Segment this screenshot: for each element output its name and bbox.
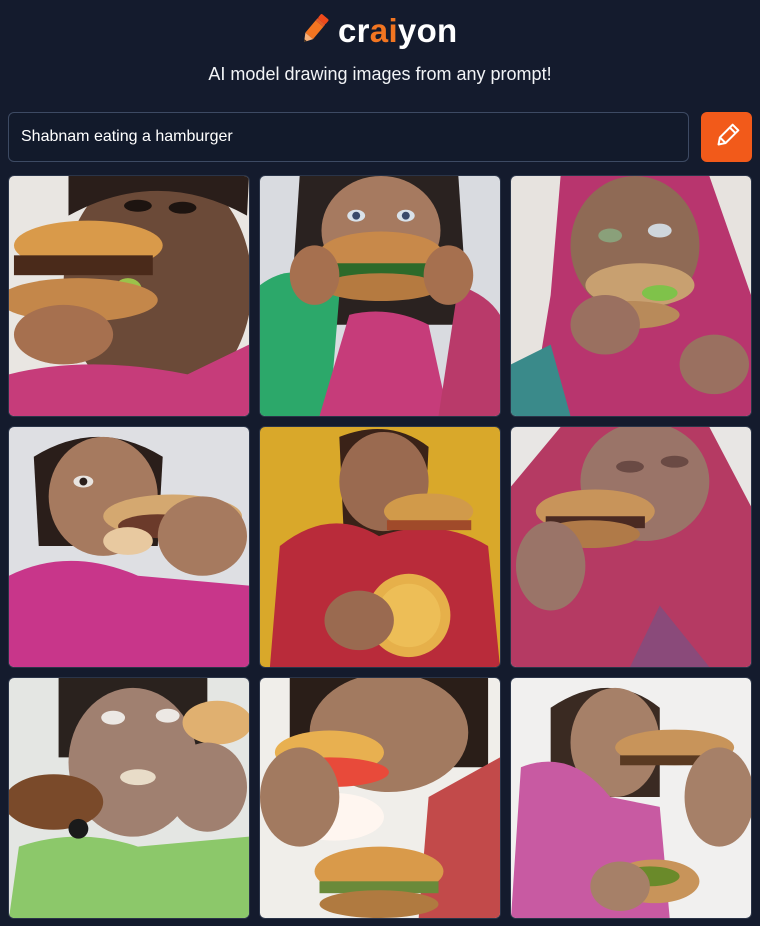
prompt-bar (8, 112, 752, 162)
result-image[interactable] (259, 677, 501, 919)
result-image[interactable] (510, 677, 752, 919)
generated-image (260, 176, 500, 416)
draw-button[interactable] (701, 112, 752, 162)
generated-image (511, 678, 751, 918)
generated-image (9, 176, 249, 416)
result-image[interactable] (259, 426, 501, 668)
craiyon-logo[interactable]: craiyon (298, 10, 458, 52)
generated-image (9, 427, 249, 667)
generated-image (9, 678, 249, 918)
generated-image (511, 427, 751, 667)
result-image[interactable] (8, 677, 250, 919)
result-image[interactable] (510, 426, 752, 668)
result-image[interactable] (510, 175, 752, 417)
generated-image (260, 427, 500, 667)
prompt-input[interactable] (8, 112, 689, 162)
generated-image (511, 176, 751, 416)
result-image[interactable] (8, 426, 250, 668)
tagline: AI model drawing images from any prompt! (208, 64, 552, 84)
pencil-icon (298, 11, 332, 52)
header: craiyon AI model drawing images from any… (0, 0, 760, 110)
result-image[interactable] (259, 175, 501, 417)
pencil-icon (713, 122, 741, 153)
generated-image (260, 678, 500, 918)
logo-wordmark: craiyon (338, 12, 458, 49)
result-image[interactable] (8, 175, 250, 417)
results-grid (8, 175, 752, 919)
